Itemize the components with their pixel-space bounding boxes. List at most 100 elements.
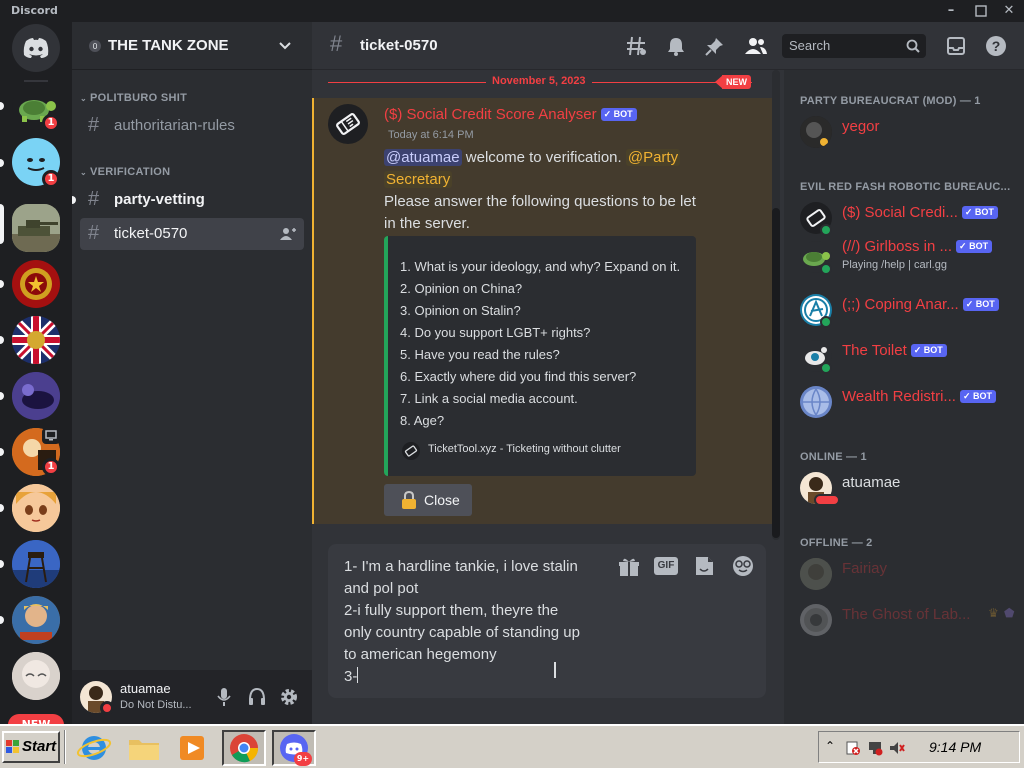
discord-taskbar-button[interactable]: 9+	[272, 730, 316, 766]
embed: 1. What is your ideology, and why? Expan…	[384, 236, 696, 476]
server-the-tank-zone[interactable]	[12, 204, 60, 252]
window-title: Discord	[11, 4, 58, 17]
threads-icon[interactable]	[626, 36, 648, 56]
clock: 9:14 PM	[929, 739, 982, 755]
server-rail: 1 1 1	[0, 22, 72, 724]
flag-icon	[12, 316, 60, 364]
internet-explorer-button[interactable]	[74, 730, 114, 766]
category-verification[interactable]: ⌄ VERIFICATION	[80, 166, 170, 178]
server-tower[interactable]	[12, 540, 60, 588]
category-politburo[interactable]: ⌄ POLITBURO SHIT	[80, 92, 187, 104]
inbox-icon[interactable]	[946, 36, 966, 56]
member-category: PARTY BUREAUCRAT (MOD) — 1	[800, 95, 981, 107]
server-purple[interactable]	[12, 372, 60, 420]
bot-badge: ✓ BOT	[959, 390, 996, 403]
tray-expand-icon[interactable]: ⌃	[825, 739, 835, 753]
guild-name: THE TANK ZONE	[108, 37, 229, 54]
gift-icon[interactable]	[618, 556, 640, 578]
gif-button[interactable]: GIF	[654, 557, 678, 575]
taskbar: Start 9+ ⌃ 9:14 PM	[0, 724, 1024, 768]
close-window-button[interactable]: ✕	[1000, 2, 1018, 20]
gear-icon[interactable]	[279, 687, 299, 707]
member-item[interactable]: Wealth Redistri... ✓ BOT	[798, 380, 1018, 424]
member-item[interactable]: (//) Girlboss in ... ✓ BOT Playing /help …	[798, 235, 1018, 279]
avatar	[800, 558, 832, 590]
bot-badge: ✓ BOT	[910, 344, 947, 357]
mouse-ibeam-cursor	[554, 662, 556, 678]
start-button[interactable]: Start	[2, 731, 60, 763]
role-mention[interactable]: @Party	[625, 149, 681, 166]
server-orange-badge: 1	[42, 458, 60, 476]
file-explorer-button[interactable]	[124, 730, 164, 766]
unread-pill	[0, 560, 4, 568]
channel-title: ticket-0570	[360, 37, 438, 54]
svg-text:0: 0	[92, 42, 97, 51]
server-coat-of-arms[interactable]	[12, 316, 60, 364]
composer-text[interactable]: 1- I'm a hardline tankie, i love stalin …	[344, 556, 580, 688]
emoji-icon[interactable]	[732, 555, 754, 577]
embed-footer: TicketTool.xyz - Ticketing without clutt…	[428, 443, 621, 455]
network-icon[interactable]	[867, 740, 883, 756]
embed-line: 3. Opinion on Stalin?	[400, 303, 521, 318]
member-item[interactable]: (;;) Coping Anar... ✓ BOT	[798, 288, 1018, 332]
close-ticket-button[interactable]: Close	[384, 484, 472, 516]
scrollbar-thumb[interactable]	[772, 208, 780, 538]
composer-line: and pol pot	[344, 580, 419, 597]
bot-badge: ✓ BOT	[961, 206, 998, 219]
minimize-button[interactable]: –	[942, 2, 960, 20]
sticker-icon[interactable]	[694, 555, 714, 577]
maximize-button[interactable]	[972, 2, 990, 20]
lock-icon	[402, 491, 416, 509]
message-author[interactable]: ($) Social Credit Score Analyser	[384, 106, 597, 123]
unread-pill	[0, 280, 4, 288]
chevron-down-icon: ⌄	[80, 168, 88, 177]
member-item[interactable]: ($) Social Credi... ✓ BOT	[798, 196, 1018, 240]
avatar[interactable]	[328, 104, 368, 144]
selected-pill	[0, 204, 4, 244]
help-icon[interactable]: ?	[985, 35, 1007, 57]
bell-icon[interactable]	[666, 36, 686, 56]
embed-questions: 1. What is your ideology, and why? Expan…	[400, 256, 680, 432]
member-name: (//) Girlboss in ... ✓ BOT	[842, 238, 993, 255]
home-button[interactable]	[12, 24, 60, 72]
server-slop[interactable]	[12, 596, 60, 644]
member-list-icon[interactable]	[744, 36, 768, 56]
headphones-icon[interactable]	[247, 687, 267, 707]
member-item[interactable]: The Ghost of Lab... ♛ ⬟	[798, 598, 1018, 642]
server-red-emblem[interactable]	[12, 260, 60, 308]
maximize-icon	[975, 5, 987, 17]
channel-party-vetting[interactable]: # party-vetting	[80, 184, 304, 216]
portrait-icon	[12, 596, 60, 644]
member-item[interactable]: yegor	[798, 110, 1018, 154]
user-mention[interactable]: @atuamae	[384, 149, 462, 166]
chrome-button[interactable]	[222, 730, 266, 766]
scrollbar-track[interactable]	[772, 70, 780, 540]
volume-muted-icon[interactable]	[889, 740, 905, 756]
tower-icon	[12, 540, 60, 588]
search-input[interactable]: Search	[782, 34, 926, 58]
embed-line: 5. Have you read the rules?	[400, 347, 560, 362]
new-unreads-pill[interactable]: NEW	[8, 714, 64, 724]
microphone-icon[interactable]	[215, 687, 233, 707]
member-item[interactable]: atuamae	[798, 466, 1018, 510]
search-icon	[906, 39, 920, 53]
message-composer[interactable]: 1- I'm a hardline tankie, i love stalin …	[328, 544, 766, 698]
server-doll[interactable]	[12, 652, 60, 700]
folder-icon	[129, 740, 159, 760]
add-member-icon[interactable]	[280, 227, 296, 241]
embed-line: 6. Exactly where did you find this serve…	[400, 369, 637, 384]
media-player-button[interactable]	[172, 730, 212, 766]
member-item[interactable]: Fairiay	[798, 552, 1018, 596]
pin-icon[interactable]	[705, 36, 725, 56]
channel-authoritarian-rules[interactable]: # authoritarian-rules	[80, 110, 304, 142]
guild-header[interactable]: 0 THE TANK ZONE	[72, 22, 312, 70]
security-alert-icon[interactable]	[845, 740, 861, 756]
channel-ticket-0570[interactable]: # ticket-0570	[80, 218, 304, 250]
bot-badge: ✓ BOT	[600, 108, 637, 121]
chrome-icon	[230, 734, 259, 763]
member-item[interactable]: The Toilet ✓ BOT	[798, 334, 1018, 378]
text-caret	[357, 667, 359, 683]
chevron-down-icon: ⌄	[80, 94, 88, 103]
server-anime[interactable]	[12, 484, 60, 532]
role-mention[interactable]: Secretary	[384, 171, 453, 188]
